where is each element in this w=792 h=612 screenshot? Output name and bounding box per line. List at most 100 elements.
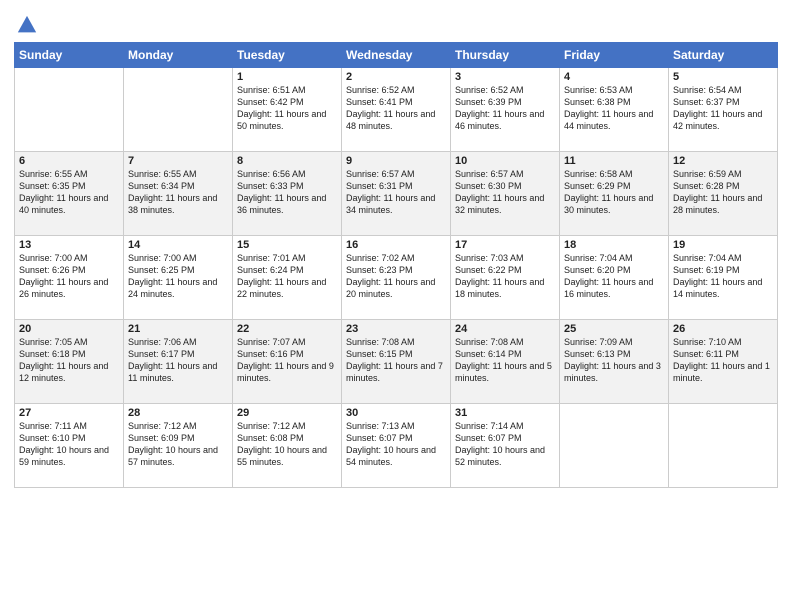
calendar-cell: 22Sunrise: 7:07 AM Sunset: 6:16 PM Dayli… — [233, 320, 342, 404]
day-number: 12 — [673, 155, 773, 167]
day-number: 27 — [19, 407, 119, 419]
calendar-cell: 15Sunrise: 7:01 AM Sunset: 6:24 PM Dayli… — [233, 236, 342, 320]
day-number: 11 — [564, 155, 664, 167]
day-info: Sunrise: 6:59 AM Sunset: 6:28 PM Dayligh… — [673, 168, 773, 217]
day-number: 9 — [346, 155, 446, 167]
day-info: Sunrise: 6:52 AM Sunset: 6:41 PM Dayligh… — [346, 84, 446, 133]
logo — [14, 14, 38, 36]
weekday-header-friday: Friday — [560, 43, 669, 68]
calendar-cell: 23Sunrise: 7:08 AM Sunset: 6:15 PM Dayli… — [342, 320, 451, 404]
calendar-cell: 14Sunrise: 7:00 AM Sunset: 6:25 PM Dayli… — [124, 236, 233, 320]
day-number: 1 — [237, 71, 337, 83]
day-number: 3 — [455, 71, 555, 83]
day-info: Sunrise: 7:08 AM Sunset: 6:15 PM Dayligh… — [346, 336, 446, 385]
calendar-cell: 29Sunrise: 7:12 AM Sunset: 6:08 PM Dayli… — [233, 404, 342, 488]
day-number: 31 — [455, 407, 555, 419]
calendar-cell: 9Sunrise: 6:57 AM Sunset: 6:31 PM Daylig… — [342, 152, 451, 236]
day-number: 17 — [455, 239, 555, 251]
day-info: Sunrise: 7:00 AM Sunset: 6:25 PM Dayligh… — [128, 252, 228, 301]
day-info: Sunrise: 6:55 AM Sunset: 6:34 PM Dayligh… — [128, 168, 228, 217]
day-info: Sunrise: 7:06 AM Sunset: 6:17 PM Dayligh… — [128, 336, 228, 385]
day-number: 28 — [128, 407, 228, 419]
weekday-header-saturday: Saturday — [669, 43, 778, 68]
weekday-header-wednesday: Wednesday — [342, 43, 451, 68]
header — [14, 10, 778, 36]
day-number: 14 — [128, 239, 228, 251]
day-number: 29 — [237, 407, 337, 419]
calendar-cell: 6Sunrise: 6:55 AM Sunset: 6:35 PM Daylig… — [15, 152, 124, 236]
calendar-cell: 26Sunrise: 7:10 AM Sunset: 6:11 PM Dayli… — [669, 320, 778, 404]
weekday-header-sunday: Sunday — [15, 43, 124, 68]
calendar-cell: 18Sunrise: 7:04 AM Sunset: 6:20 PM Dayli… — [560, 236, 669, 320]
day-info: Sunrise: 6:57 AM Sunset: 6:30 PM Dayligh… — [455, 168, 555, 217]
calendar-cell: 3Sunrise: 6:52 AM Sunset: 6:39 PM Daylig… — [451, 68, 560, 152]
calendar-cell: 12Sunrise: 6:59 AM Sunset: 6:28 PM Dayli… — [669, 152, 778, 236]
day-number: 10 — [455, 155, 555, 167]
day-number: 22 — [237, 323, 337, 335]
weekday-header-thursday: Thursday — [451, 43, 560, 68]
day-info: Sunrise: 7:09 AM Sunset: 6:13 PM Dayligh… — [564, 336, 664, 385]
day-number: 13 — [19, 239, 119, 251]
day-info: Sunrise: 7:00 AM Sunset: 6:26 PM Dayligh… — [19, 252, 119, 301]
day-info: Sunrise: 6:54 AM Sunset: 6:37 PM Dayligh… — [673, 84, 773, 133]
day-number: 23 — [346, 323, 446, 335]
page: SundayMondayTuesdayWednesdayThursdayFrid… — [0, 0, 792, 612]
calendar-cell: 17Sunrise: 7:03 AM Sunset: 6:22 PM Dayli… — [451, 236, 560, 320]
day-number: 16 — [346, 239, 446, 251]
day-info: Sunrise: 7:07 AM Sunset: 6:16 PM Dayligh… — [237, 336, 337, 385]
day-info: Sunrise: 7:12 AM Sunset: 6:09 PM Dayligh… — [128, 420, 228, 469]
day-number: 21 — [128, 323, 228, 335]
calendar-cell: 31Sunrise: 7:14 AM Sunset: 6:07 PM Dayli… — [451, 404, 560, 488]
calendar-cell — [560, 404, 669, 488]
calendar-cell: 4Sunrise: 6:53 AM Sunset: 6:38 PM Daylig… — [560, 68, 669, 152]
week-row-3: 13Sunrise: 7:00 AM Sunset: 6:26 PM Dayli… — [15, 236, 778, 320]
calendar-cell — [15, 68, 124, 152]
calendar-cell: 28Sunrise: 7:12 AM Sunset: 6:09 PM Dayli… — [124, 404, 233, 488]
week-row-2: 6Sunrise: 6:55 AM Sunset: 6:35 PM Daylig… — [15, 152, 778, 236]
day-info: Sunrise: 7:11 AM Sunset: 6:10 PM Dayligh… — [19, 420, 119, 469]
calendar-cell: 19Sunrise: 7:04 AM Sunset: 6:19 PM Dayli… — [669, 236, 778, 320]
calendar-cell — [124, 68, 233, 152]
day-number: 8 — [237, 155, 337, 167]
calendar-cell: 13Sunrise: 7:00 AM Sunset: 6:26 PM Dayli… — [15, 236, 124, 320]
day-number: 30 — [346, 407, 446, 419]
day-number: 15 — [237, 239, 337, 251]
calendar-cell: 1Sunrise: 6:51 AM Sunset: 6:42 PM Daylig… — [233, 68, 342, 152]
calendar-cell: 7Sunrise: 6:55 AM Sunset: 6:34 PM Daylig… — [124, 152, 233, 236]
day-number: 4 — [564, 71, 664, 83]
day-info: Sunrise: 7:01 AM Sunset: 6:24 PM Dayligh… — [237, 252, 337, 301]
week-row-5: 27Sunrise: 7:11 AM Sunset: 6:10 PM Dayli… — [15, 404, 778, 488]
calendar-cell: 11Sunrise: 6:58 AM Sunset: 6:29 PM Dayli… — [560, 152, 669, 236]
weekday-header-row: SundayMondayTuesdayWednesdayThursdayFrid… — [15, 43, 778, 68]
day-info: Sunrise: 6:51 AM Sunset: 6:42 PM Dayligh… — [237, 84, 337, 133]
calendar: SundayMondayTuesdayWednesdayThursdayFrid… — [14, 42, 778, 488]
day-number: 18 — [564, 239, 664, 251]
calendar-cell: 5Sunrise: 6:54 AM Sunset: 6:37 PM Daylig… — [669, 68, 778, 152]
day-info: Sunrise: 7:04 AM Sunset: 6:19 PM Dayligh… — [673, 252, 773, 301]
day-number: 7 — [128, 155, 228, 167]
calendar-cell: 27Sunrise: 7:11 AM Sunset: 6:10 PM Dayli… — [15, 404, 124, 488]
day-number: 24 — [455, 323, 555, 335]
day-info: Sunrise: 7:10 AM Sunset: 6:11 PM Dayligh… — [673, 336, 773, 385]
day-info: Sunrise: 7:03 AM Sunset: 6:22 PM Dayligh… — [455, 252, 555, 301]
week-row-1: 1Sunrise: 6:51 AM Sunset: 6:42 PM Daylig… — [15, 68, 778, 152]
day-info: Sunrise: 6:58 AM Sunset: 6:29 PM Dayligh… — [564, 168, 664, 217]
day-number: 26 — [673, 323, 773, 335]
day-number: 2 — [346, 71, 446, 83]
day-info: Sunrise: 7:13 AM Sunset: 6:07 PM Dayligh… — [346, 420, 446, 469]
weekday-header-tuesday: Tuesday — [233, 43, 342, 68]
logo-icon — [16, 14, 38, 36]
day-number: 6 — [19, 155, 119, 167]
calendar-cell: 20Sunrise: 7:05 AM Sunset: 6:18 PM Dayli… — [15, 320, 124, 404]
week-row-4: 20Sunrise: 7:05 AM Sunset: 6:18 PM Dayli… — [15, 320, 778, 404]
day-info: Sunrise: 7:02 AM Sunset: 6:23 PM Dayligh… — [346, 252, 446, 301]
day-number: 20 — [19, 323, 119, 335]
day-info: Sunrise: 7:05 AM Sunset: 6:18 PM Dayligh… — [19, 336, 119, 385]
day-info: Sunrise: 6:56 AM Sunset: 6:33 PM Dayligh… — [237, 168, 337, 217]
day-info: Sunrise: 6:57 AM Sunset: 6:31 PM Dayligh… — [346, 168, 446, 217]
day-number: 5 — [673, 71, 773, 83]
calendar-cell: 21Sunrise: 7:06 AM Sunset: 6:17 PM Dayli… — [124, 320, 233, 404]
calendar-cell: 16Sunrise: 7:02 AM Sunset: 6:23 PM Dayli… — [342, 236, 451, 320]
weekday-header-monday: Monday — [124, 43, 233, 68]
day-number: 25 — [564, 323, 664, 335]
